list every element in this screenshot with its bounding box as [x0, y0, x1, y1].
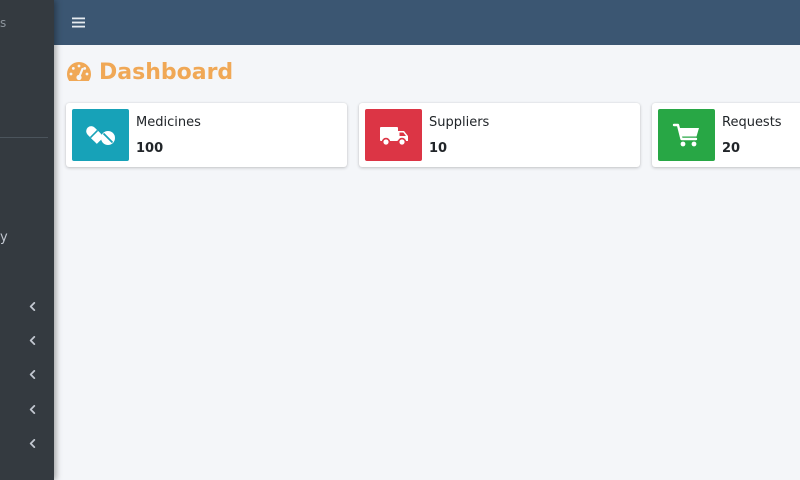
card-value: 10: [429, 141, 448, 156]
card-value: 100: [136, 141, 164, 156]
info-box-medicines[interactable]: Medicines 100: [66, 103, 347, 167]
brand-text[interactable]: s: [0, 16, 6, 30]
card-value: 20: [722, 141, 741, 156]
chevron-left-icon[interactable]: [26, 300, 38, 312]
chevron-left-icon[interactable]: [26, 368, 38, 380]
sidebar: s y: [0, 0, 54, 480]
chevron-left-icon[interactable]: [26, 334, 38, 346]
pills-icon: [72, 109, 129, 161]
info-box-requests[interactable]: Requests 20: [652, 103, 800, 167]
sidebar-item-label[interactable]: y: [0, 230, 8, 246]
sidebar-divider: [0, 137, 48, 138]
tachometer-icon: [66, 61, 92, 85]
app: s y Dashboard Medicines 100 Suppliers 10…: [0, 0, 800, 480]
cart-icon: [658, 109, 715, 161]
page-title: Dashboard: [66, 59, 233, 87]
top-navbar: [54, 0, 800, 45]
page-title-text: Dashboard: [99, 60, 234, 85]
info-box-suppliers[interactable]: Suppliers 10: [359, 103, 640, 167]
card-label: Suppliers: [429, 115, 490, 130]
card-label: Requests: [722, 115, 782, 130]
chevron-left-icon[interactable]: [26, 437, 38, 449]
chevron-left-icon[interactable]: [26, 403, 38, 415]
card-label: Medicines: [136, 115, 201, 130]
hamburger-icon[interactable]: [71, 15, 85, 29]
truck-icon: [365, 109, 422, 161]
main-content: Dashboard Medicines 100 Suppliers 10 Req…: [54, 45, 800, 480]
